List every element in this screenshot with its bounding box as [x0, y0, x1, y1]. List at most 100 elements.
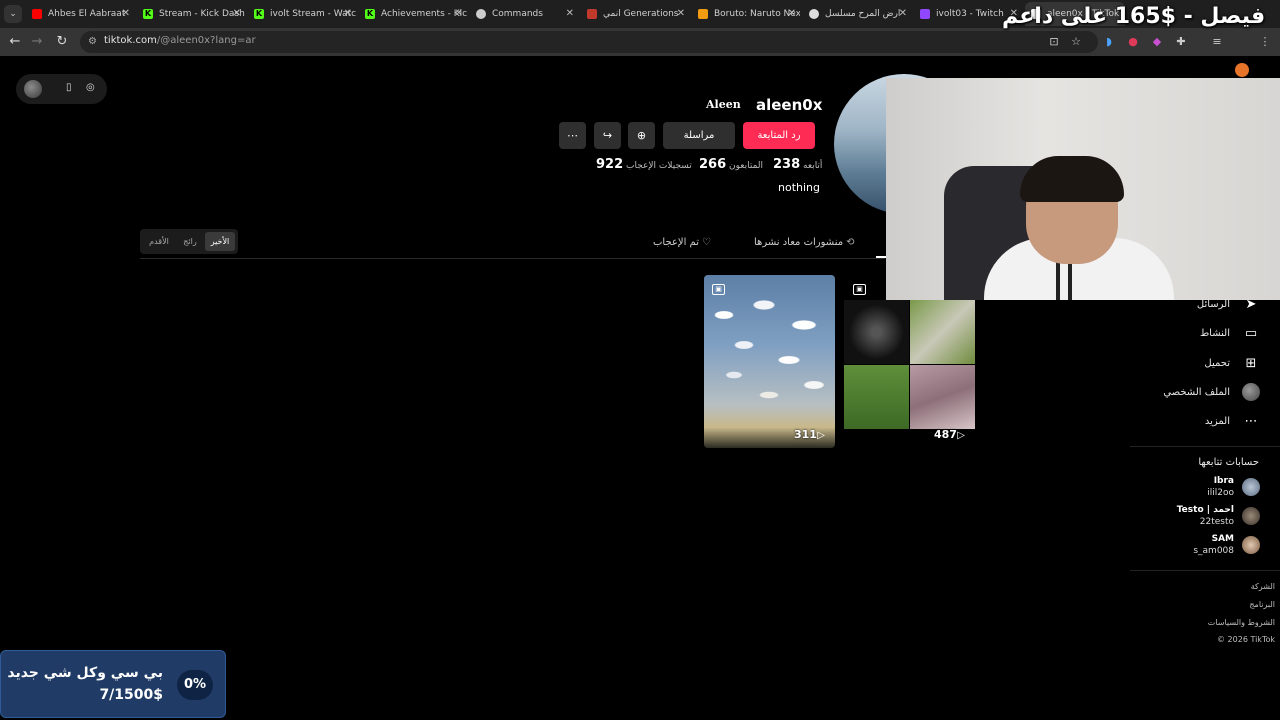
stat-followers[interactable]: 266 المتابعون	[695, 157, 763, 172]
install-app-icon[interactable]: ⊡	[1047, 35, 1061, 48]
following-account[interactable]: SAM s_am008	[1193, 532, 1260, 558]
sort-popular[interactable]: رائج	[175, 232, 205, 251]
more-options-icon[interactable]: ⋯	[559, 122, 586, 149]
inbox-icon: ▭	[1244, 325, 1258, 341]
sidebar-item-label: الرسائل	[1196, 298, 1230, 310]
avatar	[1242, 536, 1260, 554]
twitch-icon	[920, 9, 930, 19]
footer-link[interactable]: البرنامج	[1249, 600, 1275, 609]
footer-copyright: © 2026 TikTok	[1217, 635, 1275, 644]
view-count: 311	[794, 428, 817, 441]
browser-tab[interactable]: Boruto: Naruto Next ✕	[692, 2, 800, 26]
youtube-icon	[32, 9, 42, 19]
mobile-icon[interactable]: ▯	[66, 82, 72, 93]
account-handle: ilil2oo	[1207, 488, 1234, 498]
sort-segmented-control: الأخير رائج الأقدم	[140, 229, 238, 254]
donation-goal-widget: بي سي وكل شي جديد 7/1500$ 0%	[0, 650, 226, 718]
sidebar-item-label: تحميل	[1204, 357, 1230, 369]
avatar[interactable]	[24, 80, 42, 98]
tab-liked[interactable]: تم الإعجاب ♡	[653, 237, 711, 248]
browser-tab[interactable]: K Stream - Kick Dash ✕	[137, 2, 245, 26]
profile-avatar[interactable]	[1235, 63, 1249, 77]
forward-icon[interactable]: →	[29, 34, 45, 50]
extension-icon[interactable]: ◗	[1102, 35, 1116, 48]
tiktok-mini-toolbar: ▯ ◎	[16, 74, 107, 104]
site-icon	[587, 9, 597, 19]
goal-title: بي سي وكل شي جديد	[7, 665, 163, 681]
tab-reposts[interactable]: منشورات معاد نشرها ⟲	[754, 237, 854, 248]
following-account[interactable]: Testo | احمد 22testo	[1177, 503, 1260, 529]
extension-icon[interactable]: ●	[1126, 35, 1140, 48]
sidebar-item-upload[interactable]: تحميل ⊞	[1204, 352, 1260, 374]
stat-value: 922	[596, 157, 624, 172]
stat-label: تسجيلات الإعجاب	[626, 161, 692, 171]
sidebar-item-label: المزيد	[1204, 415, 1230, 427]
browser-tab[interactable]: Ahbes El Aabraat ✕	[26, 2, 134, 26]
stat-following[interactable]: 238 أتابعه	[769, 157, 822, 172]
browser-tab[interactable]: K ivolt Stream - Watch ✕	[248, 2, 356, 26]
video-card[interactable]: ▣ 311 ▷	[704, 275, 835, 448]
upload-icon: ⊞	[1245, 355, 1257, 371]
sort-latest[interactable]: الأخير	[205, 232, 235, 251]
address-bar[interactable]: ⚙ tiktok.com/@aleen0x?lang=ar	[80, 31, 1098, 53]
sidebar-item-label: النشاط	[1199, 327, 1230, 339]
sidebar-item-messages[interactable]: الرسائل ➤	[1197, 293, 1260, 315]
person-hair	[1020, 156, 1124, 202]
tab-label: منشورات معاد نشرها	[754, 237, 844, 248]
goal-percent: 0%	[177, 670, 213, 700]
sidebar-item-more[interactable]: المزيد ⋯	[1205, 410, 1260, 432]
send-icon: ➤	[1245, 296, 1257, 312]
kick-icon: K	[365, 9, 375, 19]
close-icon[interactable]: ✕	[566, 8, 574, 19]
avatar	[1242, 507, 1260, 525]
stat-likes: 922 تسجيلات الإعجاب	[592, 157, 692, 172]
browser-tab[interactable]: Commands ✕	[470, 2, 578, 26]
sidebar-item-activity[interactable]: النشاط ▭	[1200, 322, 1260, 344]
close-icon[interactable]: ✕	[344, 8, 352, 19]
video-card[interactable]: ▣ 487 ▷	[844, 275, 975, 448]
photo-mode-icon: ▣	[853, 284, 866, 295]
sidebar-item-label: الملف الشخصي	[1163, 386, 1230, 398]
close-icon[interactable]: ✕	[677, 8, 685, 19]
kick-icon: K	[143, 9, 153, 19]
footer-link[interactable]: الشروط والسياسات	[1208, 618, 1275, 627]
account-handle: s_am008	[1193, 546, 1234, 556]
account-name: SAM	[1211, 534, 1234, 544]
compass-icon[interactable]: ◎	[86, 82, 95, 93]
browser-tab[interactable]: ارض المرح مسلسل ✕	[803, 2, 911, 26]
close-icon[interactable]: ✕	[233, 8, 241, 19]
add-friend-icon[interactable]: ⊕	[628, 122, 655, 149]
browser-tab[interactable]: K Achievements - Kick ✕	[359, 2, 467, 26]
close-icon[interactable]: ✕	[122, 8, 130, 19]
heart-off-icon: ♡	[701, 237, 711, 248]
follow-back-button[interactable]: رد المتابعة	[743, 122, 815, 149]
following-account[interactable]: Ibra ilil2oo	[1207, 474, 1260, 500]
goal-amount: 7/1500$	[99, 687, 163, 703]
back-icon[interactable]: ←	[7, 34, 23, 50]
browser-tab[interactable]: انمي Generations ✕	[581, 2, 689, 26]
sort-oldest[interactable]: الأقدم	[143, 232, 175, 251]
close-icon[interactable]: ✕	[899, 8, 907, 19]
media-control-icon[interactable]: ≡	[1210, 35, 1224, 48]
menu-kebab-icon[interactable]: ⋮	[1258, 35, 1272, 48]
crunchyroll-icon	[698, 9, 708, 19]
reload-icon[interactable]: ↻	[54, 34, 70, 50]
close-icon[interactable]: ✕	[788, 8, 796, 19]
extensions-puzzle-icon[interactable]: ✚	[1174, 35, 1188, 48]
profile-nickname: Aleen	[706, 98, 741, 111]
tab-label: تم الإعجاب	[653, 237, 699, 248]
site-info-icon[interactable]: ⚙	[88, 36, 97, 47]
bookmark-star-icon[interactable]: ☆	[1069, 35, 1083, 48]
tab-search-button[interactable]: ⌄	[4, 5, 22, 23]
share-icon[interactable]: ↪	[594, 122, 621, 149]
message-button[interactable]: مراسلة	[663, 122, 735, 149]
video-thumbnail	[704, 275, 835, 448]
stream-overlay-title: فيصل - $165 على داعم	[1002, 4, 1266, 29]
sidebar-item-profile[interactable]: الملف الشخصي	[1163, 381, 1260, 403]
extension-icon[interactable]: ◆	[1150, 35, 1164, 48]
close-icon[interactable]: ✕	[455, 8, 463, 19]
robot-icon	[476, 9, 486, 19]
footer-link[interactable]: الشركة	[1251, 582, 1275, 591]
url-host: tiktok.com	[104, 35, 157, 46]
profile-username: aleen0x	[756, 96, 823, 114]
